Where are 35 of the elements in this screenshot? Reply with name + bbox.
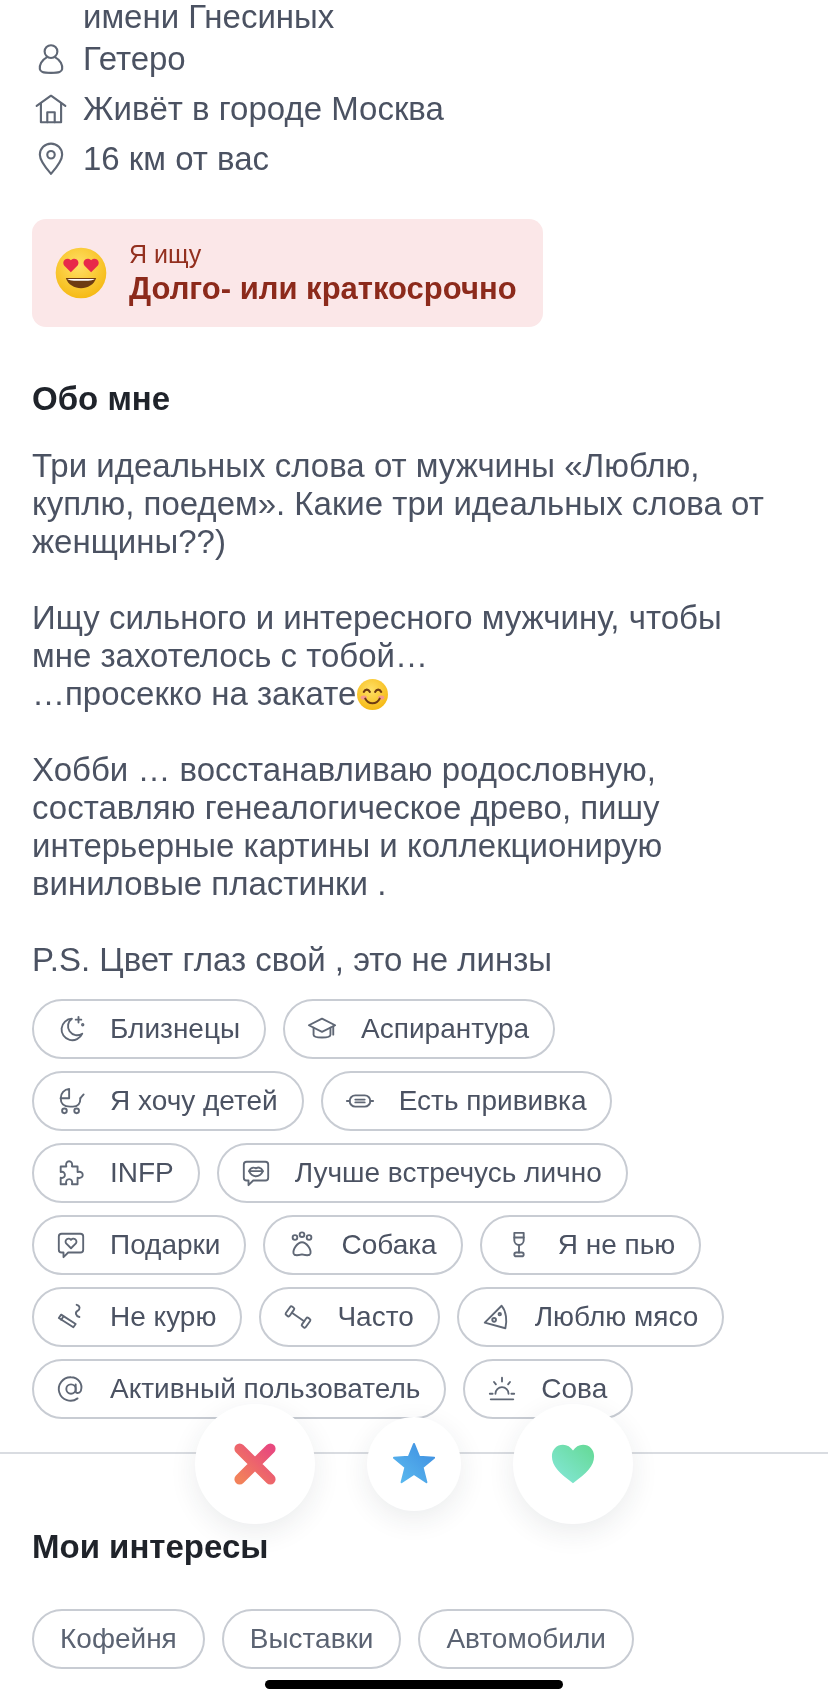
cross-icon (232, 1441, 278, 1487)
tag-label: Сова (541, 1372, 608, 1406)
tag-label: Я не пью (557, 1228, 676, 1262)
profile-detail-text: имени Гнесиных (83, 0, 335, 34)
profile-detail-text: 16 км от вас (83, 140, 270, 178)
profile-detail-text: Гетеро (83, 40, 186, 78)
heart-eyes-face-icon (54, 246, 108, 300)
tag-label: INFP (110, 1156, 174, 1190)
about-text: P.S. Цвет глаз свой , это не линзы (32, 941, 553, 978)
lips-speech-bubble-icon (240, 1158, 271, 1188)
interest-tag: Кофейня (32, 1609, 205, 1669)
tag-label: Аспирантура (361, 1012, 530, 1046)
about-text: Ищу сильного и интересного мужчину, чтобы мне захотелось с тобой… …просекко на закате (32, 599, 722, 712)
house-icon (34, 92, 68, 126)
looking-for-label: Я ищу (129, 239, 203, 269)
tag-label: Часто (337, 1300, 414, 1334)
tag-label: Подарки (110, 1228, 221, 1262)
tag-label: Я хочу детей (110, 1084, 278, 1118)
tag-label: Собака (341, 1228, 437, 1262)
tag-label: Не курю (110, 1300, 217, 1334)
section-heading: Обо мне (32, 379, 172, 419)
tag-label: Лучше встречусь лично (294, 1156, 602, 1190)
profile-detail-text: Живёт в городе Москва (83, 90, 444, 128)
tag-label: Близнецы (110, 1012, 241, 1046)
tag-label: Люблю мясо (534, 1300, 699, 1334)
interest-tag: Автомобили (418, 1609, 634, 1669)
interest-tag: Выставки (221, 1609, 402, 1669)
about-text: Три идеальных слова от мужчины «Люблю, куплю, поедем». Какие три идеальных слова от женщины??) (32, 447, 764, 560)
looking-for-value: Долго- или краткосрочно (129, 271, 517, 307)
dumbbell-icon (283, 1302, 314, 1332)
tag-label: Активный пользователь (110, 1372, 421, 1406)
about-text: Хобби … восстанавливаю родословную, составляю генеалогическое древо, пишу интерьерные картины и коллекционирую виниловые пластинки . (32, 751, 663, 902)
heart-speech-bubble-icon (56, 1230, 86, 1260)
section-heading: Мои интересы (32, 1527, 270, 1567)
tag-label: Есть прививка (398, 1084, 587, 1118)
